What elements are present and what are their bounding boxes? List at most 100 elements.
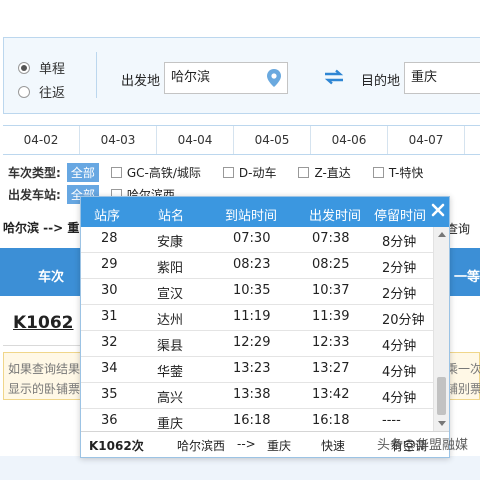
arrive: 08:23 [233,257,271,272]
notice-text: 铺别票 [446,382,480,396]
filter-option-label: D-动车 [238,165,277,180]
stay: 4分钟 [382,391,417,406]
table-row: 28 安康 07:30 07:38 8分钟 [81,227,433,253]
depart: 16:18 [312,413,350,428]
filter-option-label: Z-直达 [314,165,351,180]
scroll-down-icon[interactable] [438,421,446,426]
footer-type: 快速 [321,439,346,453]
depart: 13:42 [312,387,350,402]
depart: 10:37 [312,283,350,298]
header-station: 站名 [158,209,185,224]
popup-header: 站序 站名 到站时间 出发时间 停留时间 [81,197,449,227]
filter-option[interactable]: GC-高铁/城际 [110,164,201,181]
table-row: 34 华蓥 13:23 13:27 4分钟 [81,357,433,383]
date-tab[interactable]: 04-04 [157,126,234,154]
one-way-radio[interactable] [18,61,30,74]
depart: 07:38 [312,231,350,246]
col-first-class: 一等 [454,270,480,285]
checkbox[interactable] [372,166,384,178]
popup-table: 28 安康 07:30 07:38 8分钟 29 紫阳 08:23 08:25 … [81,227,449,431]
date-tab[interactable]: 04-02 [3,126,80,154]
seq: 35 [101,387,118,402]
to-label: 目的地 [361,74,401,89]
seq: 28 [101,231,118,246]
stay: 8分钟 [382,235,417,250]
swap-icon[interactable] [323,69,345,85]
trip-one-way[interactable]: 单程 [18,58,65,77]
watermark: 头条@华盟融媒 [377,438,469,453]
station-label: 出发车站: [8,187,61,202]
to-field[interactable]: 重庆 [404,62,480,94]
footer-to: 重庆 [267,439,292,453]
filter-option[interactable]: D-动车 [222,164,277,181]
table-row: 31 达州 11:19 11:39 20分钟 [81,305,433,331]
date-tab[interactable]: 04-05 [234,126,311,154]
checkbox[interactable] [110,166,122,178]
train-type-all[interactable]: 全部 [66,162,99,182]
arrive: 10:35 [233,283,271,298]
footer-arrow: --> [237,437,256,451]
seq: 29 [101,257,118,272]
train-type-filter: 车次类型: 全部 GC-高铁/城际 D-动车 Z-直达 T-特快 [8,162,445,182]
filter-option[interactable]: Z-直达 [298,164,351,181]
arrive: 07:30 [233,231,271,246]
station: 华蓥 [157,365,184,380]
bottom-band [0,456,480,480]
notice-text: 如果查询结果 [8,362,81,376]
stay: 2分钟 [382,261,417,276]
to-value: 重庆 [411,70,438,85]
filter-option-label: T-特快 [388,165,424,180]
depart: 08:25 [312,257,350,272]
date-tab[interactable]: 04-03 [80,126,157,154]
arrive: 16:18 [233,413,271,428]
date-tabs: 04-02 04-03 04-04 04-05 04-06 04-07 [3,125,480,155]
arrive: 12:29 [233,335,271,350]
depart: 12:33 [312,335,350,350]
stay: 4分钟 [382,365,417,380]
query-panel: 单程 往返 出发地 哈尔滨 目的地 重庆 [3,37,480,114]
notice-text: 乘一次 [446,362,480,376]
date-tab[interactable]: 04-07 [388,126,465,154]
seq: 31 [101,309,118,324]
station: 高兴 [157,391,184,406]
close-icon[interactable] [431,203,445,217]
depart: 11:39 [312,309,350,324]
one-way-label: 单程 [39,62,66,77]
scroll-up-icon[interactable] [438,232,446,237]
stay: 2分钟 [382,287,417,302]
filter-option-label: GC-高铁/城际 [126,165,201,180]
train-type-label: 车次类型: [8,165,61,180]
checkbox[interactable] [298,166,310,178]
divider [96,52,97,98]
header-arrive: 到站时间 [225,209,278,224]
arrive: 13:23 [233,361,271,376]
round-trip-radio[interactable] [18,85,30,98]
round-trip-label: 往返 [39,86,66,101]
col-train: 车次 [38,270,65,285]
station: 渠县 [157,339,184,354]
trip-round[interactable]: 往返 [18,82,65,101]
from-label: 出发地 [121,74,161,89]
route-summary: 哈尔滨 --> 重 [3,221,80,235]
seq: 36 [101,413,118,428]
location-pin-icon[interactable] [267,69,281,87]
stay: ---- [382,413,401,428]
header-stay: 停留时间 [374,209,427,224]
stops-popup: 站序 站名 到站时间 出发时间 停留时间 28 安康 07:30 07:38 8… [80,196,450,458]
train-number-link[interactable]: K1062 [13,313,74,333]
station: 重庆 [157,417,184,431]
notice-text: 显示的卧铺票 [8,382,81,396]
header-depart: 出发时间 [309,209,362,224]
popup-scrollbar[interactable] [433,227,449,431]
station: 紫阳 [157,261,184,276]
filter-option[interactable]: T-特快 [372,164,424,181]
date-tab[interactable]: 04-06 [311,126,388,154]
stay: 20分钟 [382,313,425,328]
from-field[interactable]: 哈尔滨 [164,62,288,94]
seq: 34 [101,361,118,376]
footer-train: K1062次 [89,439,144,453]
table-row: 30 宣汉 10:35 10:37 2分钟 [81,279,433,305]
checkbox[interactable] [222,166,234,178]
table-row: 35 高兴 13:38 13:42 4分钟 [81,383,433,409]
scroll-thumb[interactable] [437,377,446,415]
